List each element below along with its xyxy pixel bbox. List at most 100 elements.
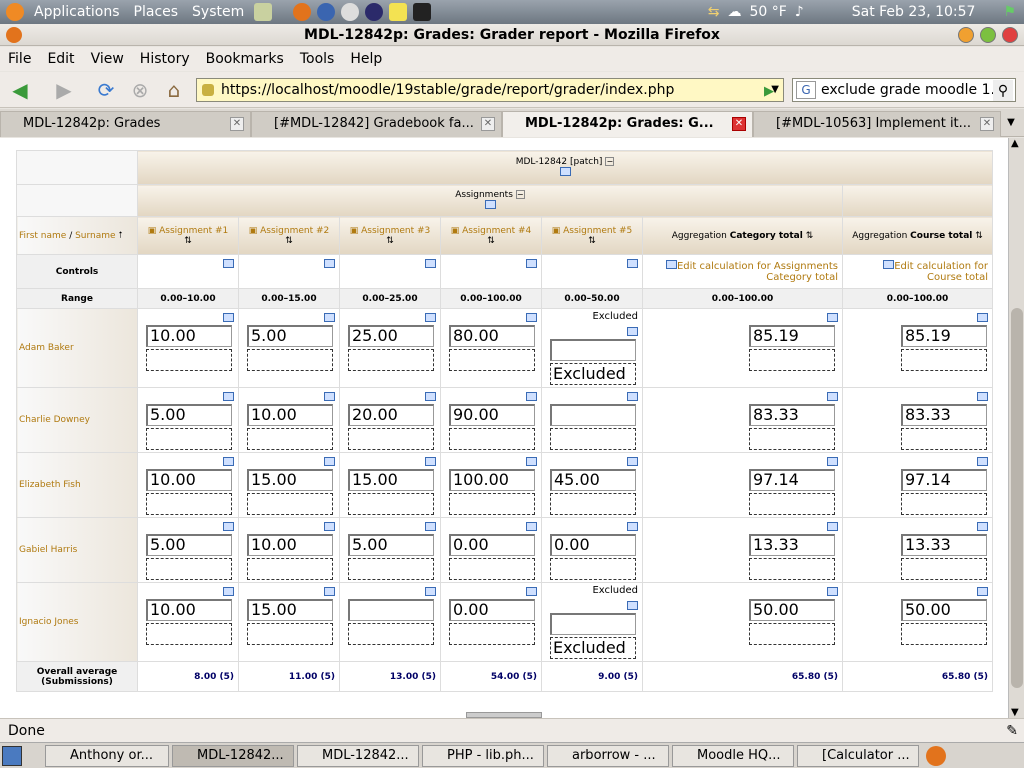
feedback-input[interactable] — [146, 349, 232, 371]
grade-input[interactable]: 85.19 — [901, 325, 987, 347]
edit-grade-icon[interactable] — [627, 601, 638, 610]
item-name[interactable]: Assignment #2 — [260, 226, 329, 236]
feedback-input[interactable] — [348, 349, 434, 371]
sort-icon[interactable]: ⇅ — [285, 236, 293, 246]
edit-grade-icon[interactable] — [526, 522, 537, 531]
edit-grade-icon[interactable] — [977, 313, 988, 322]
student-name-link[interactable]: Elizabeth Fish — [16, 452, 138, 518]
feedback-input[interactable] — [348, 493, 434, 515]
firefox-launcher-icon[interactable] — [293, 3, 312, 21]
panel-menu-places[interactable]: Places — [127, 4, 186, 20]
grade-input[interactable]: 10.00 — [146, 325, 232, 347]
edit-grade-icon[interactable] — [526, 313, 537, 322]
notes-launcher-icon[interactable] — [389, 3, 408, 21]
grade-input[interactable]: 90.00 — [449, 404, 535, 426]
grade-input[interactable]: 45.00 — [550, 469, 636, 491]
tab-grader-report[interactable]: MDL-12842p: Grades: G... ✕ — [502, 111, 753, 137]
grade-input[interactable] — [550, 404, 636, 426]
tab-grades[interactable]: MDL-12842p: Grades ✕ — [0, 111, 251, 137]
grade-input[interactable]: 15.00 — [348, 469, 434, 491]
menu-bookmarks[interactable]: Bookmarks — [198, 51, 292, 67]
feedback-input[interactable] — [146, 493, 232, 515]
edit-grade-icon[interactable] — [977, 587, 988, 596]
search-engine-icon[interactable]: G — [796, 81, 816, 99]
sort-firstname-link[interactable]: First name — [19, 231, 66, 241]
back-button[interactable]: ◀ — [6, 76, 34, 104]
feedback-input[interactable] — [901, 623, 987, 645]
edit-icon[interactable] — [223, 259, 234, 268]
thunderbird-launcher-icon[interactable] — [317, 3, 336, 21]
taskbar-item[interactable]: PHP - lib.ph... — [422, 744, 544, 767]
feedback-input[interactable] — [749, 558, 835, 580]
home-button[interactable]: ⌂ — [160, 76, 188, 104]
go-button[interactable]: ▶ — [764, 84, 774, 99]
feedback-input[interactable] — [348, 428, 434, 450]
feedback-input[interactable] — [550, 493, 636, 515]
item-header-5[interactable]: ▣ Assignment #5 ⇅ — [541, 216, 643, 255]
feedback-input[interactable] — [901, 558, 987, 580]
menu-edit[interactable]: Edit — [39, 51, 82, 67]
close-button[interactable] — [1002, 27, 1018, 43]
grade-input[interactable] — [550, 613, 636, 635]
grade-input[interactable]: 10.00 — [247, 404, 333, 426]
network-icon[interactable]: ⇆ — [708, 4, 720, 20]
feedback-input[interactable] — [449, 493, 535, 515]
grade-input[interactable]: 5.00 — [146, 404, 232, 426]
taskbar-item[interactable]: Moodle HQ... — [672, 744, 794, 767]
edit-grade-icon[interactable] — [324, 392, 335, 401]
grade-input[interactable]: 85.19 — [749, 325, 835, 347]
edit-category-icon[interactable] — [484, 199, 496, 209]
menu-history[interactable]: History — [132, 51, 198, 67]
feedback-input[interactable] — [146, 623, 232, 645]
edit-icon[interactable] — [425, 259, 436, 268]
gnome-foot-icon[interactable] — [6, 3, 24, 21]
grade-input[interactable]: 50.00 — [749, 599, 835, 621]
feedback-input[interactable]: Excluded — [550, 363, 636, 385]
edit-course-icon[interactable] — [559, 166, 571, 176]
grade-input[interactable] — [348, 599, 434, 621]
tray-firefox-icon[interactable] — [926, 745, 946, 766]
launcher-icon[interactable] — [254, 3, 273, 21]
scroll-down-icon[interactable]: ▼ — [1011, 707, 1019, 718]
tab-implement-issue[interactable]: [#MDL-10563] Implement it... ✕ — [753, 111, 1001, 137]
edit-grade-icon[interactable] — [977, 457, 988, 466]
feedback-input[interactable] — [550, 428, 636, 450]
edit-grade-icon[interactable] — [827, 457, 838, 466]
student-name-link[interactable]: Gabiel Harris — [16, 517, 138, 583]
weather-icon[interactable]: ☁ — [727, 4, 741, 20]
edit-grade-icon[interactable] — [223, 522, 234, 531]
forward-button[interactable]: ▶ — [50, 76, 78, 104]
feedback-input[interactable] — [348, 623, 434, 645]
sort-icon[interactable]: ⇅ — [588, 236, 596, 246]
search-icon[interactable]: ⚲ — [993, 80, 1013, 101]
edit-grade-icon[interactable] — [827, 522, 838, 531]
edit-grade-icon[interactable] — [827, 313, 838, 322]
feedback-input[interactable] — [247, 493, 333, 515]
feedback-input[interactable] — [449, 428, 535, 450]
grade-input[interactable]: 25.00 — [348, 325, 434, 347]
grade-input[interactable]: 15.00 — [247, 599, 333, 621]
feedback-input[interactable] — [449, 558, 535, 580]
item-header-4[interactable]: ▣ Assignment #4 ⇅ — [440, 216, 542, 255]
taskbar-item[interactable]: arborrow - ... — [547, 744, 669, 767]
feedback-input[interactable] — [749, 623, 835, 645]
grade-input[interactable]: 15.00 — [247, 469, 333, 491]
grade-input[interactable]: 0.00 — [449, 534, 535, 556]
sort-icon[interactable]: ⇅ — [386, 236, 394, 246]
feedback-input[interactable] — [348, 558, 434, 580]
calculator-icon[interactable] — [665, 260, 677, 269]
show-desktop-icon[interactable] — [2, 745, 22, 766]
feedback-input[interactable] — [901, 428, 987, 450]
edit-grade-icon[interactable] — [627, 392, 638, 401]
edit-grade-icon[interactable] — [627, 522, 638, 531]
minimize-button[interactable] — [958, 27, 974, 43]
edit-grade-icon[interactable] — [526, 392, 537, 401]
edit-grade-icon[interactable] — [324, 587, 335, 596]
feedback-input[interactable] — [247, 558, 333, 580]
grade-input[interactable]: 0.00 — [550, 534, 636, 556]
url-bar[interactable]: https://localhost/moodle/19stable/grade/… — [196, 78, 784, 102]
edit-grade-icon[interactable] — [977, 392, 988, 401]
grade-input[interactable]: 83.33 — [749, 404, 835, 426]
edit-grade-icon[interactable] — [324, 313, 335, 322]
tab-list-icon[interactable]: ▼ — [1001, 109, 1021, 136]
